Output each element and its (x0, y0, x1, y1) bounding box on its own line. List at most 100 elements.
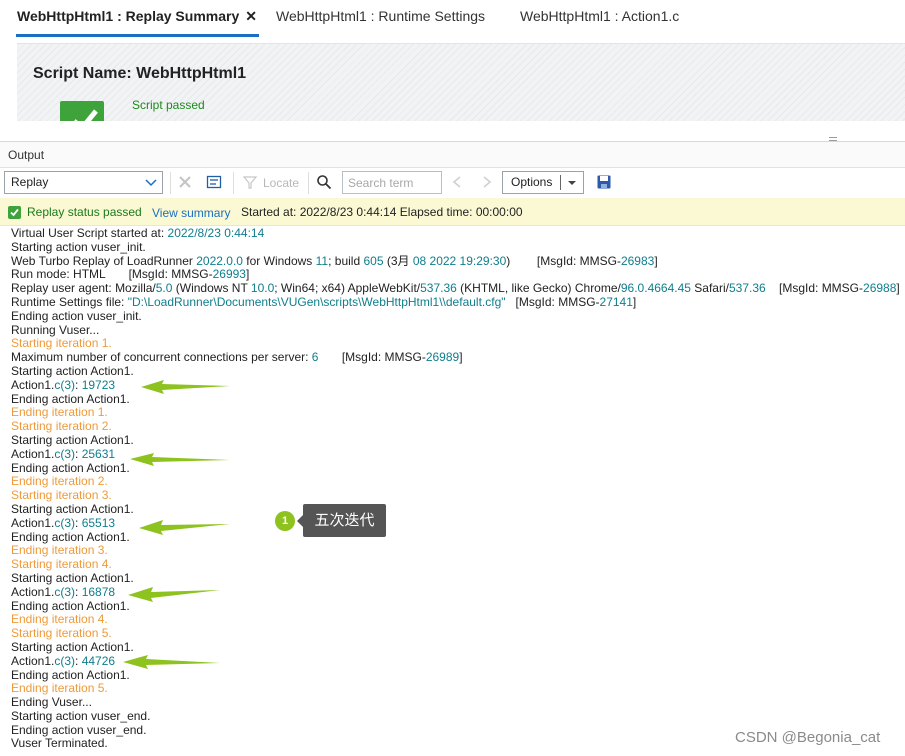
log-text: : (75, 584, 82, 599)
log-line: Ending iteration 1. (11, 405, 903, 420)
search-input[interactable] (342, 171, 442, 194)
save-icon[interactable] (596, 174, 612, 190)
log-line: Ending iteration 5. (11, 681, 903, 696)
log-text: 96.0.4664.45 (620, 281, 691, 296)
log-text: Ending action vuser_init. (11, 308, 142, 323)
log-line: Virtual User Script started at: 2022/8/2… (11, 226, 903, 241)
wrap-lines-icon[interactable] (206, 174, 222, 190)
output-source-value: Replay (11, 175, 49, 189)
log-line: Starting iteration 5. (11, 626, 903, 641)
log-text: Ending action Action1. (11, 460, 130, 475)
tab-label: WebHttpHtml1 : Runtime Settings (276, 8, 486, 24)
tab-runtime-settings[interactable]: WebHttpHtml1 : Runtime Settings (276, 0, 485, 38)
locate-button[interactable]: Locate (263, 176, 299, 190)
log-text: (Windows NT (172, 281, 251, 296)
log-text: ] (459, 350, 463, 365)
log-text: c(3) (54, 584, 76, 599)
log-text: [MsgId: MMSG- (505, 294, 600, 309)
log-line: Ending iteration 3. (11, 543, 903, 558)
log-text: (3月 (383, 253, 413, 268)
log-text: 65513 (81, 515, 116, 530)
options-dropdown-button[interactable]: Options (502, 171, 584, 194)
output-title: Output (8, 148, 45, 162)
tab-label: WebHttpHtml1 : Action1.c (520, 8, 680, 24)
annotation-number-badge: 1 (275, 511, 295, 531)
log-text: Ending action Action1. (11, 598, 130, 613)
log-text: 2022/8/23 0:44:14 (167, 226, 265, 240)
log-text: Ending action Action1. (11, 667, 130, 682)
search-icon[interactable] (316, 174, 332, 190)
replay-status-text: Replay status passed (27, 205, 142, 219)
log-line: Starting action Action1. (11, 364, 903, 379)
log-line: Starting action vuser_end. (11, 709, 903, 724)
passed-check-icon (60, 101, 104, 121)
log-text: 26988 (863, 281, 897, 296)
log-text: : (75, 515, 82, 530)
log-text: 605 (363, 253, 384, 268)
log-line: Ending iteration 2. (11, 474, 903, 489)
log-text: Run mode: HTML [MsgId: MMSG- (11, 267, 213, 282)
log-text: Action1. (11, 653, 55, 668)
previous-result-icon[interactable] (450, 174, 466, 190)
tab-label: WebHttpHtml1 : Replay Summary (17, 8, 240, 24)
log-text: : (75, 446, 82, 461)
log-line: Ending Vuser... (11, 695, 903, 710)
log-text: "D:\LoadRunner\Documents\VUGen\scripts\W… (127, 294, 506, 309)
log-line: Ending action Action1. (11, 392, 903, 407)
log-line: Action1.c(3): 65513 (11, 515, 903, 531)
log-text: Running Vuser... (11, 322, 100, 337)
log-line: Starting iteration 3. (11, 488, 903, 503)
clear-icon[interactable] (177, 174, 193, 190)
log-text: Ending Vuser... (11, 695, 92, 710)
options-divider (560, 175, 561, 190)
log-text: [MsgId: MMSG- (318, 350, 426, 365)
log-line: Running Vuser... (11, 322, 903, 338)
chevron-down-icon (145, 179, 157, 187)
log-text: Ending iteration 5. (11, 681, 108, 696)
tab-action1-c[interactable]: WebHttpHtml1 : Action1.c (520, 0, 679, 38)
log-text: Starting action Action1. (11, 639, 134, 654)
next-result-icon[interactable] (478, 174, 494, 190)
log-text: 2022.0.0 (196, 253, 243, 268)
log-text: 25631 (81, 446, 116, 461)
log-line: Starting iteration 2. (11, 419, 903, 434)
log-text: : (75, 653, 82, 668)
script-name-title: Script Name: WebHttpHtml1 (33, 65, 247, 82)
log-text: Ending iteration 2. (11, 474, 108, 489)
view-summary-link[interactable]: View summary (152, 206, 230, 220)
log-text: 537.36 (420, 281, 457, 296)
log-text: 26989 (425, 350, 460, 365)
close-icon[interactable]: ✕ (245, 8, 257, 24)
log-text: Maximum number of concurrent connections… (11, 350, 312, 365)
log-text: Action1. (11, 377, 55, 392)
script-status-text: Script passed (132, 98, 205, 112)
log-text: 08 2022 19:29:30 (412, 253, 507, 268)
log-text: Ending iteration 3. (11, 543, 108, 558)
log-line: Starting action Action1. (11, 432, 903, 448)
log-text: Ending iteration 1. (11, 405, 108, 420)
caret-down-icon (568, 181, 576, 185)
toolbar-separator (308, 172, 309, 194)
log-text: Ending iteration 4. (11, 612, 108, 627)
log-text: Starting action Action1. (11, 432, 134, 447)
output-source-select[interactable]: Replay (4, 171, 163, 194)
output-toolbar: Replay Locate Options (0, 168, 905, 198)
log-text: Safari/ (690, 281, 729, 296)
log-text: Starting action Action1. (11, 501, 134, 516)
tab-replay-summary[interactable]: WebHttpHtml1 : Replay Summary ✕ (17, 0, 257, 38)
toolbar-separator (170, 172, 171, 194)
log-text: Starting action Action1. (11, 570, 134, 585)
log-line: Ending iteration 4. (11, 612, 903, 627)
log-line: Web Turbo Replay of LoadRunner 2022.0.0 … (11, 253, 903, 269)
log-text: Ending action vuser_end. (11, 722, 147, 737)
log-line: Replay user agent: Mozilla/5.0 (Windows … (11, 281, 903, 296)
replay-start-info: Started at: 2022/8/23 0:44:14 Elapsed ti… (241, 205, 523, 219)
locate-icon[interactable] (242, 174, 258, 190)
log-text: Runtime Settings file: (11, 294, 128, 309)
log-text: ] (245, 267, 250, 282)
log-line: Starting iteration 4. (11, 557, 903, 572)
log-text: Replay user agent: Mozilla/ (11, 281, 156, 296)
log-text: 10.0 (250, 281, 275, 296)
log-line: Ending action Action1. (11, 530, 903, 545)
log-text: c(3) (54, 377, 76, 392)
